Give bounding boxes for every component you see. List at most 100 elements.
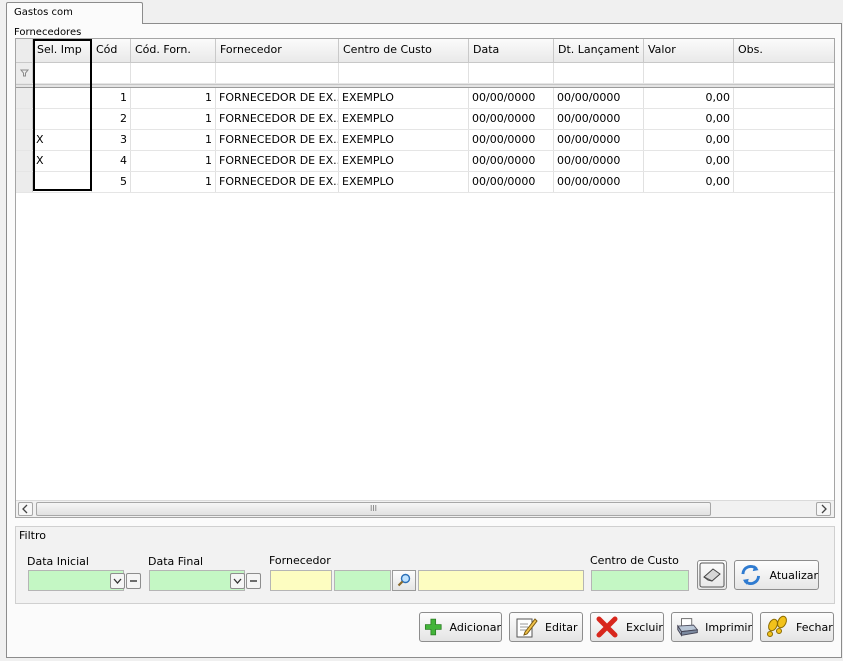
column-header-obs[interactable]: Obs. bbox=[734, 39, 834, 62]
cell-cod[interactable]: 1 bbox=[92, 88, 131, 108]
cell-data[interactable]: 00/00/0000 bbox=[469, 109, 554, 129]
cell-cod[interactable]: 5 bbox=[92, 172, 131, 192]
cell-cod-forn[interactable]: 1 bbox=[131, 109, 216, 129]
scroll-right-button[interactable] bbox=[816, 502, 831, 516]
data-final-clear-button[interactable] bbox=[246, 573, 261, 589]
cell-valor[interactable]: 0,00 bbox=[644, 88, 734, 108]
cell-cod[interactable]: 4 bbox=[92, 151, 131, 171]
row-indicator[interactable] bbox=[16, 109, 33, 129]
cell-dt-lancamento[interactable]: 00/00/0000 bbox=[554, 109, 644, 129]
excluir-button[interactable]: Excluir bbox=[590, 612, 664, 642]
atualizar-button[interactable]: Atualizar bbox=[734, 560, 819, 590]
table-row[interactable]: 2 1 FORNECEDOR DE EX... EXEMPLO 00/00/0000 00… bbox=[16, 109, 834, 130]
fornecedor-code-green-input[interactable] bbox=[334, 570, 391, 591]
centro-custo-input[interactable] bbox=[591, 570, 689, 591]
column-header-valor[interactable]: Valor bbox=[644, 39, 734, 62]
cell-obs[interactable] bbox=[734, 172, 834, 192]
cell-cod[interactable]: 2 bbox=[92, 109, 131, 129]
cell-centro-custo[interactable]: EXEMPLO bbox=[339, 151, 469, 171]
cell-obs[interactable] bbox=[734, 88, 834, 108]
delete-icon bbox=[596, 616, 618, 638]
column-header-cod[interactable]: Cód bbox=[92, 39, 131, 62]
cell-sel-imp[interactable]: X bbox=[33, 130, 92, 150]
imprimir-label: Imprimir bbox=[705, 620, 752, 634]
tab-gastos-fornecedores[interactable]: Gastos com Fornecedores bbox=[6, 2, 143, 38]
scroll-left-button[interactable] bbox=[18, 502, 33, 516]
fornecedor-search-button[interactable] bbox=[392, 570, 416, 591]
cell-centro-custo[interactable]: EXEMPLO bbox=[339, 88, 469, 108]
cell-data[interactable]: 00/00/0000 bbox=[469, 88, 554, 108]
column-header-centro-custo[interactable]: Centro de Custo bbox=[339, 39, 469, 62]
fornecedor-name-input[interactable] bbox=[418, 570, 584, 591]
column-header-dt-lancamento[interactable]: Dt. Lançament bbox=[554, 39, 644, 62]
scroll-thumb[interactable]: III bbox=[36, 502, 711, 516]
cell-obs[interactable] bbox=[734, 130, 834, 150]
filter-cell-dt-lancamento[interactable] bbox=[554, 63, 644, 83]
filter-title: Filtro bbox=[19, 529, 46, 542]
filter-cell-cod-forn[interactable] bbox=[131, 63, 216, 83]
table-row[interactable]: X 3 1 FORNECEDOR DE EX... EXEMPLO 00/00/0000 0… bbox=[16, 130, 834, 151]
cell-sel-imp[interactable]: X bbox=[33, 151, 92, 171]
cell-valor[interactable]: 0,00 bbox=[644, 172, 734, 192]
horizontal-scrollbar[interactable]: III bbox=[16, 500, 834, 517]
cell-valor[interactable]: 0,00 bbox=[644, 130, 734, 150]
filter-cell-data[interactable] bbox=[469, 63, 554, 83]
row-indicator[interactable] bbox=[16, 88, 33, 108]
cell-sel-imp[interactable] bbox=[33, 109, 92, 129]
column-header-cod-forn[interactable]: Cód. Forn. bbox=[131, 39, 216, 62]
cell-data[interactable]: 00/00/0000 bbox=[469, 172, 554, 192]
filter-icon[interactable] bbox=[18, 63, 33, 83]
editar-button[interactable]: Editar bbox=[509, 612, 583, 642]
cell-dt-lancamento[interactable]: 00/00/0000 bbox=[554, 130, 644, 150]
cell-cod[interactable]: 3 bbox=[92, 130, 131, 150]
cell-cod-forn[interactable]: 1 bbox=[131, 151, 216, 171]
search-icon bbox=[397, 573, 411, 587]
cell-valor[interactable]: 0,00 bbox=[644, 109, 734, 129]
cell-obs[interactable] bbox=[734, 109, 834, 129]
edit-icon bbox=[516, 618, 538, 638]
cell-centro-custo[interactable]: EXEMPLO bbox=[339, 130, 469, 150]
filter-cell-sel-imp[interactable] bbox=[33, 63, 92, 83]
filter-cell-fornecedor[interactable] bbox=[216, 63, 339, 83]
filter-cell-valor[interactable] bbox=[644, 63, 734, 83]
column-header-fornecedor[interactable]: Fornecedor bbox=[216, 39, 339, 62]
imprimir-button[interactable]: Imprimir bbox=[671, 612, 753, 642]
cell-obs[interactable] bbox=[734, 151, 834, 171]
cell-cod-forn[interactable]: 1 bbox=[131, 172, 216, 192]
cell-data[interactable]: 00/00/0000 bbox=[469, 130, 554, 150]
cell-centro-custo[interactable]: EXEMPLO bbox=[339, 172, 469, 192]
cell-fornecedor[interactable]: FORNECEDOR DE EX... bbox=[216, 88, 339, 108]
cell-dt-lancamento[interactable]: 00/00/0000 bbox=[554, 172, 644, 192]
data-final-label: Data Final bbox=[148, 555, 204, 568]
column-header-data[interactable]: Data bbox=[469, 39, 554, 62]
data-inicial-dropdown-button[interactable] bbox=[110, 573, 125, 589]
filter-cell-cod[interactable] bbox=[92, 63, 131, 83]
filter-cell-obs[interactable] bbox=[734, 63, 834, 83]
filter-cell-centro-custo[interactable] bbox=[339, 63, 469, 83]
row-indicator[interactable] bbox=[16, 130, 33, 150]
fechar-button[interactable]: Fechar bbox=[760, 612, 834, 642]
table-row[interactable]: X 4 1 FORNECEDOR DE EX... EXEMPLO 00/00/0000 0… bbox=[16, 151, 834, 172]
cell-valor[interactable]: 0,00 bbox=[644, 151, 734, 171]
cell-centro-custo[interactable]: EXEMPLO bbox=[339, 109, 469, 129]
data-inicial-clear-button[interactable] bbox=[126, 573, 141, 589]
cell-fornecedor[interactable]: FORNECEDOR DE EX... bbox=[216, 109, 339, 129]
cell-cod-forn[interactable]: 1 bbox=[131, 130, 216, 150]
row-indicator[interactable] bbox=[16, 151, 33, 171]
data-final-dropdown-button[interactable] bbox=[230, 573, 245, 589]
cell-sel-imp[interactable] bbox=[33, 172, 92, 192]
cell-data[interactable]: 00/00/0000 bbox=[469, 151, 554, 171]
adicionar-button[interactable]: Adicionar bbox=[419, 612, 502, 642]
cell-dt-lancamento[interactable]: 00/00/0000 bbox=[554, 88, 644, 108]
cell-sel-imp[interactable] bbox=[33, 88, 92, 108]
fornecedor-code-input[interactable] bbox=[270, 570, 332, 591]
cell-fornecedor[interactable]: FORNECEDOR DE EX... bbox=[216, 151, 339, 171]
clear-filter-button[interactable] bbox=[697, 560, 727, 590]
row-indicator[interactable] bbox=[16, 172, 33, 192]
table-row[interactable]: 1 1 FORNECEDOR DE EX... EXEMPLO 00/00/0000 00… bbox=[16, 88, 834, 109]
cell-dt-lancamento[interactable]: 00/00/0000 bbox=[554, 151, 644, 171]
cell-fornecedor[interactable]: FORNECEDOR DE EX... bbox=[216, 172, 339, 192]
cell-fornecedor[interactable]: FORNECEDOR DE EX... bbox=[216, 130, 339, 150]
cell-cod-forn[interactable]: 1 bbox=[131, 88, 216, 108]
table-row[interactable]: 5 1 FORNECEDOR DE EX... EXEMPLO 00/00/0000 00… bbox=[16, 172, 834, 193]
